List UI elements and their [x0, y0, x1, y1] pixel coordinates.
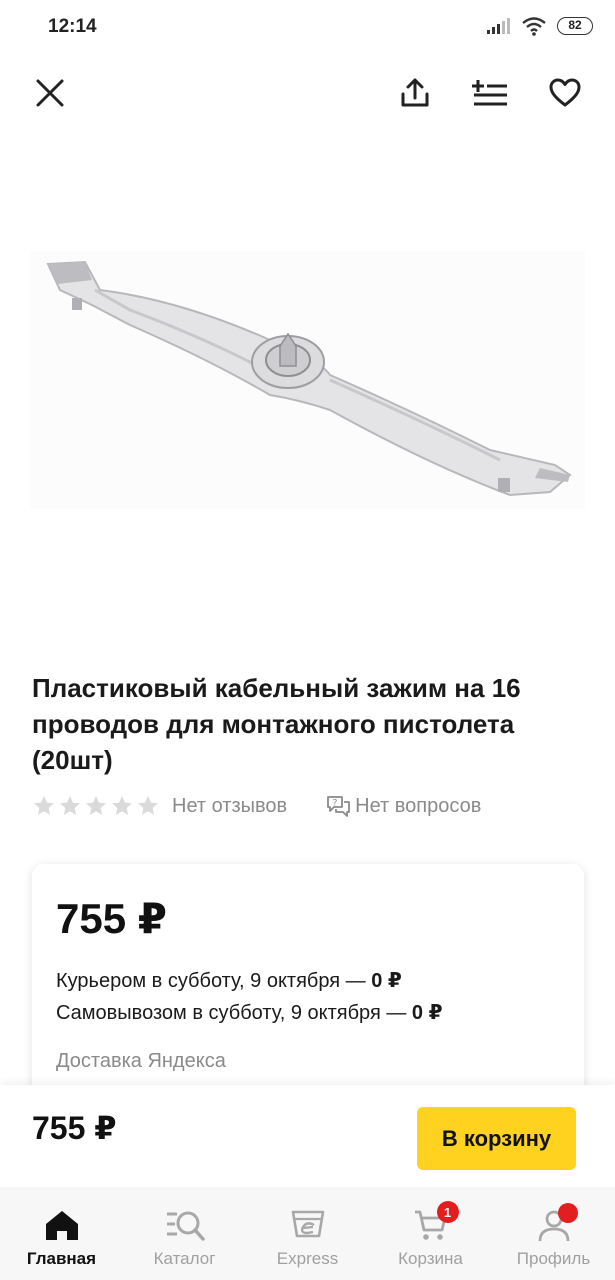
tab-cart[interactable]: 1 Корзина — [369, 1187, 492, 1280]
star-icon — [86, 796, 106, 815]
star-icon — [112, 796, 132, 815]
add-to-list-button[interactable] — [460, 62, 520, 124]
status-icons: 82 — [487, 16, 593, 36]
product-photo — [30, 250, 585, 510]
product-title: Пластиковый кабельный зажим на 16 провод… — [32, 673, 521, 775]
questions-label: Нет вопросов — [355, 794, 482, 817]
express-icon — [288, 1207, 328, 1243]
bottom-tab-bar: Главная Каталог Express 1 Корзина Профил… — [0, 1187, 615, 1280]
tab-profile-label: Профиль — [516, 1249, 591, 1268]
add-to-cart-button[interactable]: В корзину — [417, 1107, 576, 1170]
status-bar: 12:14 82 — [0, 0, 615, 56]
delivery-courier: Курьером в субботу, 9 октября — 0 ₽ — [56, 968, 402, 993]
status-time: 12:14 — [48, 16, 97, 37]
catalog-search-icon — [165, 1207, 205, 1243]
delivery-courier-price: 0 ₽ — [371, 970, 402, 992]
tab-profile[interactable]: Профиль — [492, 1187, 615, 1280]
battery-icon: 82 — [557, 17, 593, 35]
star-icon — [60, 796, 80, 815]
home-icon — [42, 1207, 82, 1243]
wifi-icon — [522, 17, 546, 36]
buy-bar: 755 ₽ В корзину — [0, 1085, 615, 1187]
signal-icon — [487, 18, 510, 34]
delivery-pickup-text: Самовывозом в субботу, 9 октября — — [56, 1002, 412, 1024]
share-button[interactable] — [385, 62, 445, 124]
tab-express[interactable]: Express — [246, 1187, 369, 1280]
question-chat-icon: ? — [327, 796, 351, 817]
rating-row: Нет отзывов ? Нет вопросов — [32, 790, 592, 822]
star-icon — [138, 796, 158, 815]
tab-express-label: Express — [276, 1249, 339, 1268]
buy-bar-price: 755 ₽ — [32, 1110, 117, 1146]
product-image[interactable] — [30, 250, 585, 510]
profile-icon — [534, 1203, 578, 1243]
close-button[interactable] — [20, 62, 80, 124]
reviews-link[interactable]: Нет отзывов — [172, 795, 287, 818]
cart-icon: 1 — [411, 1201, 459, 1243]
delivery-courier-text: Курьером в субботу, 9 октября — — [56, 970, 372, 992]
svg-text:?: ? — [333, 799, 338, 809]
tab-cart-label: Корзина — [398, 1249, 463, 1268]
add-to-list-icon — [472, 80, 507, 106]
profile-notification-dot — [557, 1203, 578, 1223]
battery-level: 82 — [557, 17, 593, 35]
tab-catalog-label: Каталог — [153, 1249, 216, 1268]
questions-link[interactable]: ? Нет вопросов — [325, 793, 481, 819]
rating-stars[interactable] — [32, 794, 160, 818]
top-bar — [0, 62, 615, 124]
offer-card: 755 ₽ Курьером в субботу, 9 октября — 0 … — [32, 864, 584, 1104]
share-icon — [401, 78, 429, 107]
tab-home-label: Главная — [26, 1249, 97, 1268]
delivery-pickup-price: 0 ₽ — [411, 1002, 443, 1024]
close-icon — [36, 79, 64, 107]
star-icon — [34, 796, 54, 815]
delivery-pickup: Самовывозом в субботу, 9 октября — 0 ₽ — [56, 1000, 443, 1025]
delivery-provider: Доставка Яндекса — [56, 1050, 226, 1072]
tab-home[interactable]: Главная — [0, 1187, 123, 1280]
cart-badge: 1 — [436, 1201, 459, 1223]
heart-icon — [549, 78, 581, 107]
tab-catalog[interactable]: Каталог — [123, 1187, 246, 1280]
offer-price: 755 ₽ — [56, 895, 167, 942]
favorite-button[interactable] — [535, 62, 595, 124]
